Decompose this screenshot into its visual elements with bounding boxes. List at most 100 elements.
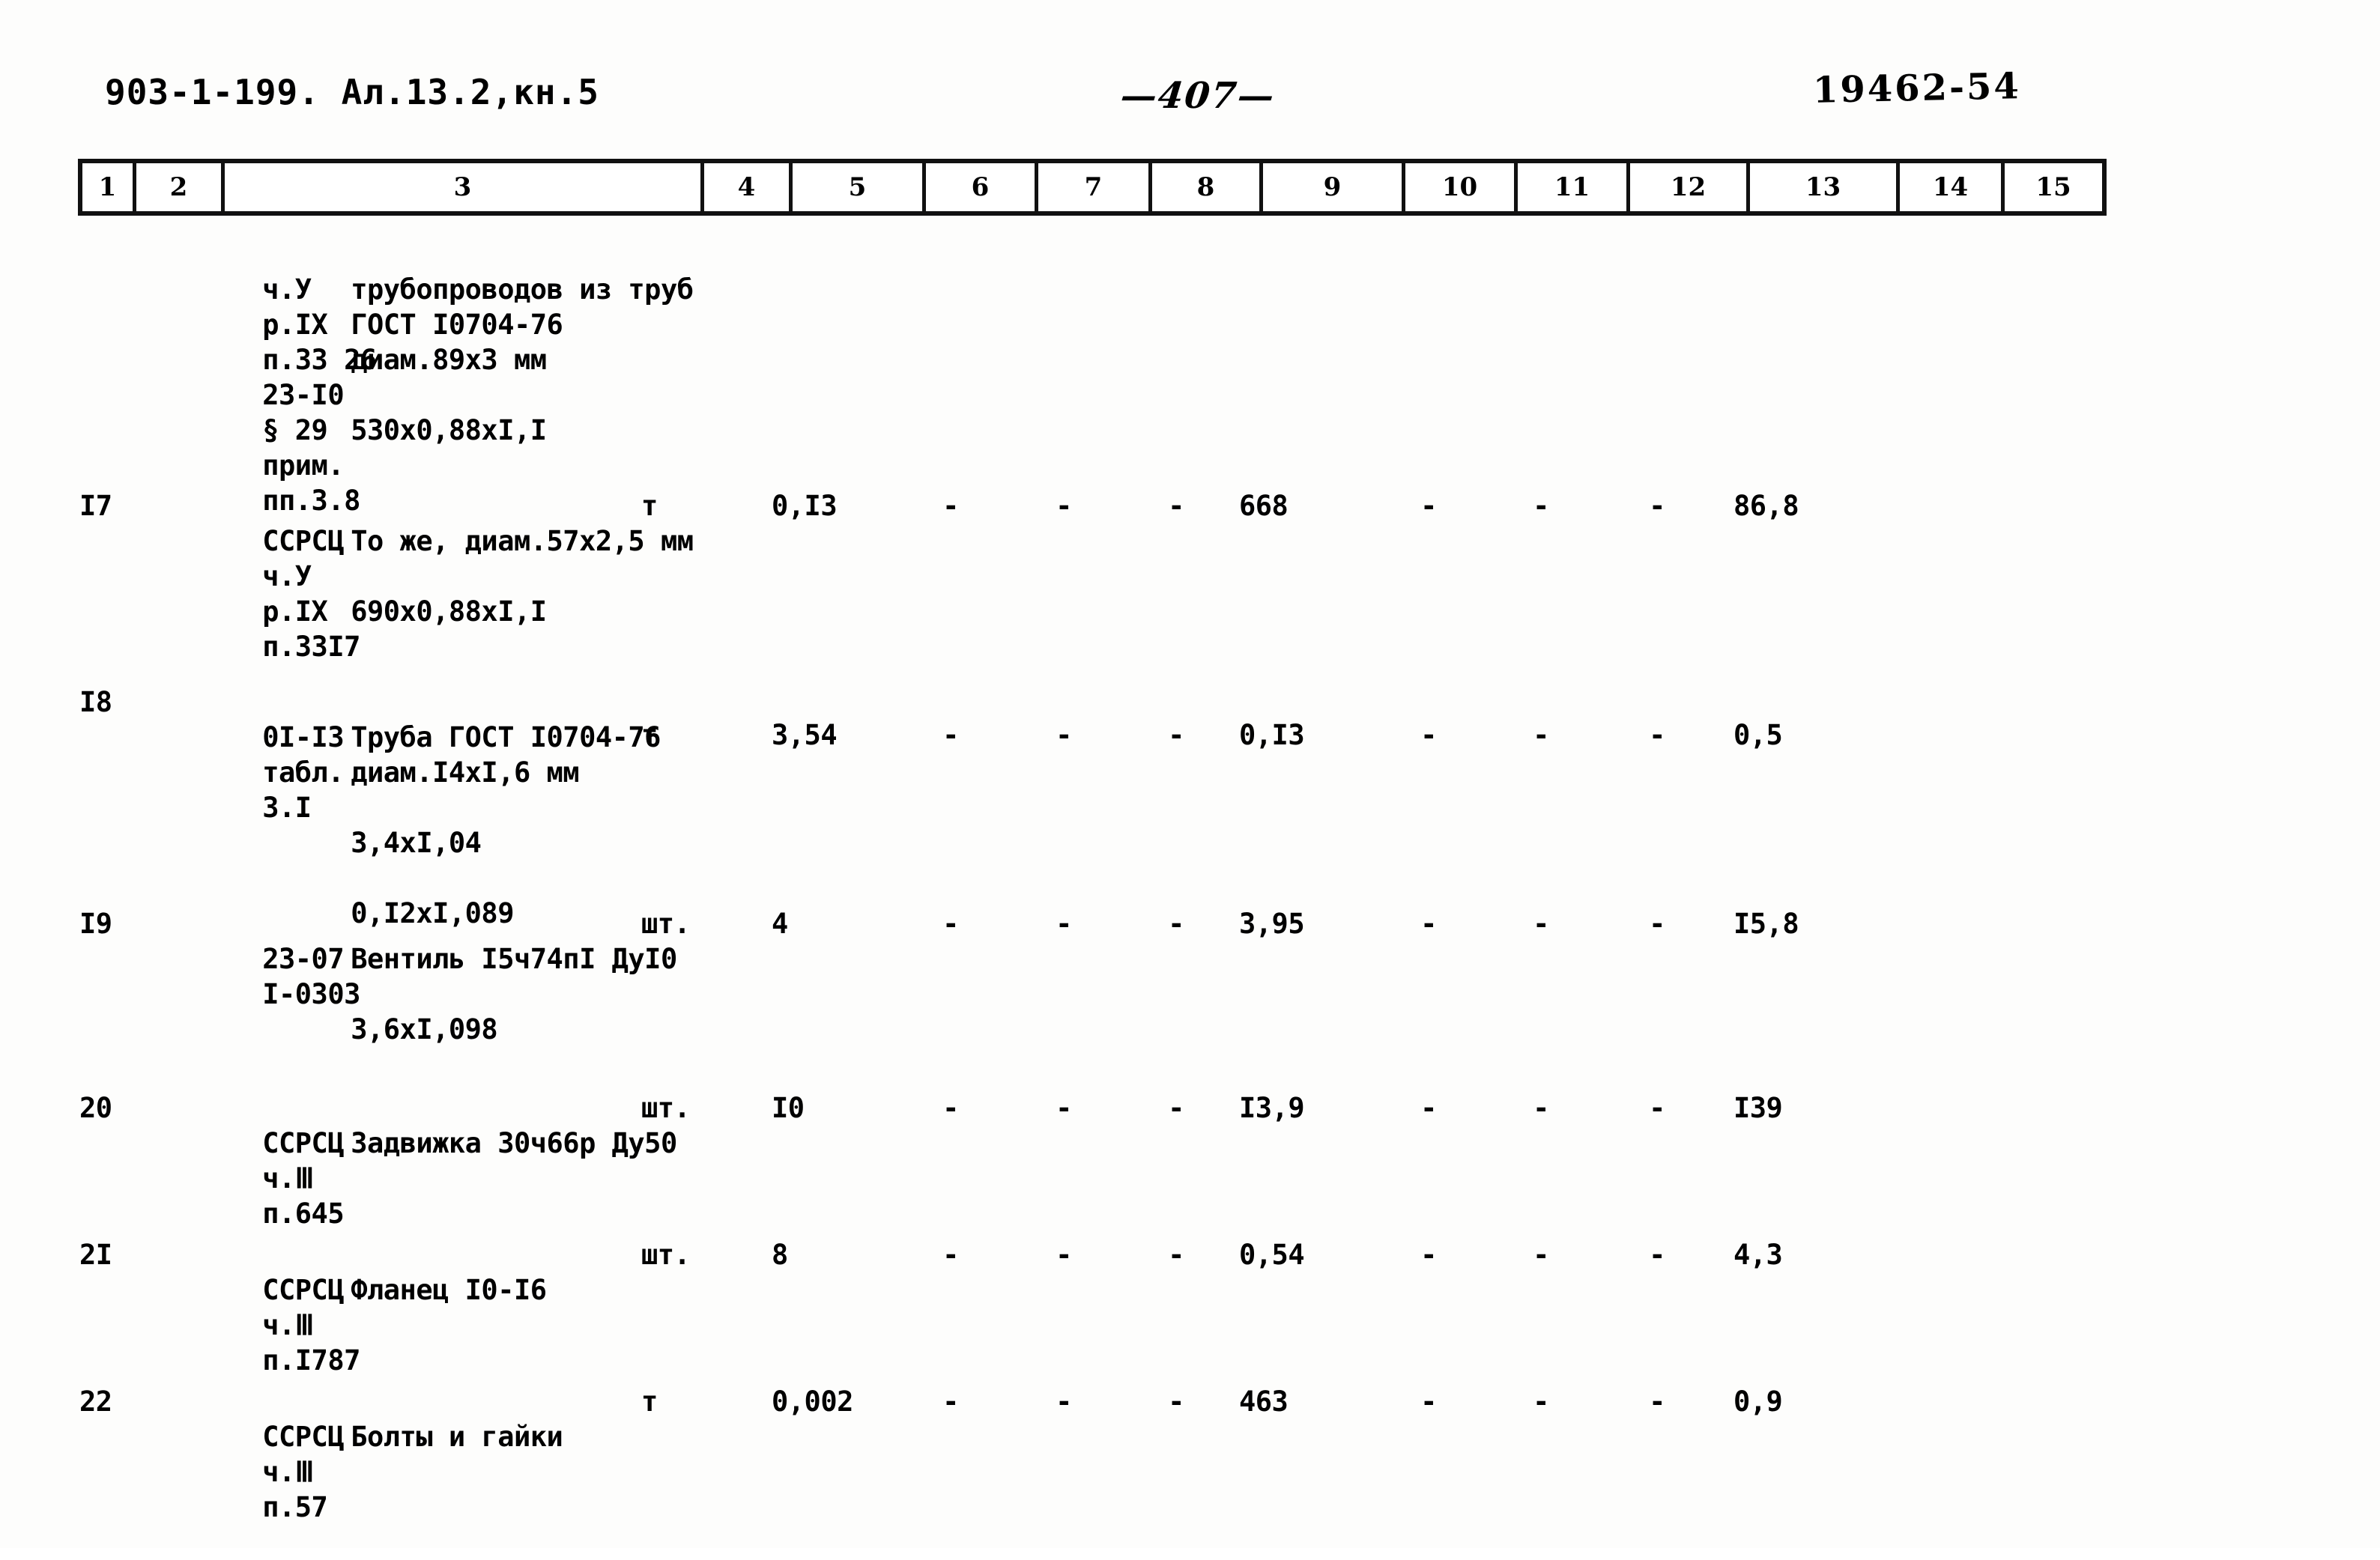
- column-header-3: 3: [225, 163, 704, 211]
- row-col-7: -: [1056, 908, 1072, 940]
- column-header-11: 11: [1518, 163, 1630, 211]
- row-number: I8: [79, 686, 112, 718]
- row-description: Задвижка 30ч66р Ду50: [220, 1090, 677, 1196]
- row-col-12: -: [1649, 1092, 1665, 1124]
- page-header: 903-1-199. Ал.13.2,кн.5 —407— 19462-54: [0, 65, 2380, 132]
- description-line: диам.I4хI,6 мм: [351, 756, 580, 789]
- row-unit: шт.: [641, 1239, 691, 1271]
- description-line: ГОСТ I0704-76: [351, 309, 563, 341]
- row-col-13: 0,9: [1733, 1386, 1783, 1418]
- row-col-5: I0: [772, 1092, 805, 1124]
- table-row: 20 ССРСЦ ч.Ⅲ п.645 Задвижка 30ч66р Ду50 …: [78, 1090, 2325, 1230]
- column-header-15: 15: [2035, 172, 2071, 202]
- row-col-11: -: [1533, 908, 1549, 940]
- justification-line: п.I787: [262, 1344, 360, 1377]
- description-line: То же, диам.57х2,5 мм: [351, 525, 694, 557]
- row-col-9: 668: [1239, 490, 1289, 522]
- row-col-5: 3,54: [772, 719, 838, 751]
- description-line: 3,4хI,04: [351, 827, 482, 859]
- row-spacer: [78, 1350, 2325, 1384]
- justification-line: п.645: [262, 1198, 345, 1230]
- row-col-13: 86,8: [1733, 490, 1799, 522]
- row-col-9: 463: [1239, 1386, 1289, 1418]
- row-col-12: -: [1649, 490, 1665, 522]
- row-unit: шт.: [641, 1092, 691, 1124]
- row-number: I9: [79, 908, 112, 940]
- table-row: I7 ССРСЦ ч.У р.IX п.33I7 То же, диам.57х…: [78, 488, 2325, 663]
- column-header-12: 12: [1630, 163, 1750, 211]
- row-col-5: 0,002: [772, 1386, 853, 1418]
- row-col-13: I39: [1733, 1092, 1783, 1124]
- column-header-14: 14: [1900, 163, 2005, 211]
- row-col-5: 8: [772, 1239, 788, 1271]
- column-header-10: 10: [1405, 163, 1518, 211]
- column-header-8: 8: [1152, 163, 1263, 211]
- row-col-11: -: [1533, 1386, 1549, 1418]
- description-line: Задвижка 30ч66р Ду50: [351, 1127, 677, 1159]
- row-col-11: -: [1533, 1092, 1549, 1124]
- description-line: Болты и гайки: [351, 1421, 563, 1453]
- estimate-table-body: ч.У р.IX п.33 26 23-I0 § 29 прим. пп.3.8…: [78, 237, 2325, 1523]
- description-line: Вентиль I5ч74пI ДуI0: [351, 943, 677, 975]
- row-justification: ССРСЦ ч.У р.IX п.33I7: [132, 488, 360, 699]
- row-description: То же, диам.57х2,5 мм 690х0,88хI,I: [220, 488, 694, 664]
- description-line: 3,6хI,098: [351, 1013, 498, 1045]
- row-col-7: -: [1056, 719, 1072, 751]
- row-col-7: -: [1056, 1386, 1072, 1418]
- description-line: 690х0,88хI,I: [351, 595, 547, 628]
- row-number: 20: [79, 1092, 112, 1124]
- table-row: ч.У р.IX п.33 26 23-I0 § 29 прим. пп.3.8…: [78, 237, 2325, 517]
- row-col-12: -: [1649, 1239, 1665, 1271]
- row-col-8: -: [1168, 1092, 1184, 1124]
- description-line: 530х0,88хI,I: [351, 414, 547, 446]
- row-col-7: -: [1056, 490, 1072, 522]
- row-col-7: -: [1056, 1239, 1072, 1271]
- row-col-6: -: [942, 908, 959, 940]
- column-header-2: 2: [136, 163, 225, 211]
- row-col-12: -: [1649, 1386, 1665, 1418]
- description-line: Труба ГОСТ I0704-76: [351, 721, 661, 753]
- column-header-6: 6: [926, 163, 1038, 211]
- row-description: Болты и гайки: [220, 1384, 625, 1490]
- page-number: —407—: [1118, 75, 1278, 117]
- description-line: трубопроводов из труб: [351, 273, 694, 306]
- row-col-10: -: [1420, 908, 1437, 940]
- archive-stamp-number: 19462-54: [1812, 65, 2022, 112]
- row-spacer: [78, 1203, 2325, 1237]
- row-col-9: I3,9: [1239, 1092, 1305, 1124]
- column-header-7: 7: [1038, 163, 1152, 211]
- table-row: 22 ССРСЦ ч.Ⅲ п.57 Болты и гайки т 0,002 …: [78, 1384, 2325, 1523]
- row-col-6: -: [942, 1239, 959, 1271]
- row-col-8: -: [1168, 490, 1184, 522]
- row-col-6: -: [942, 1092, 959, 1124]
- row-unit: шт.: [641, 908, 691, 940]
- row-col-10: -: [1420, 1386, 1437, 1418]
- row-col-9: 0,54: [1239, 1239, 1305, 1271]
- row-col-8: -: [1168, 1239, 1184, 1271]
- row-col-13: 0,5: [1733, 719, 1783, 751]
- row-justification: ССРСЦ ч.Ⅲ п.57: [132, 1384, 344, 1560]
- row-description: Вентиль I5ч74пI ДуI0 3,6хI,098: [220, 906, 677, 1082]
- column-number-header: 1 2 3 4 5 6 7 8 9 10 11 12 13 14 15: [78, 159, 2107, 216]
- row-col-12: -: [1649, 908, 1665, 940]
- row-col-9: 0,I3: [1239, 719, 1305, 751]
- row-description: трубопроводов из труб ГОСТ I0704-76 диам…: [220, 237, 694, 483]
- row-col-11: -: [1533, 1239, 1549, 1271]
- row-col-8: -: [1168, 1386, 1184, 1418]
- row-justification: 0I-I3 табл. 3.I: [132, 685, 344, 861]
- column-header-9: 9: [1263, 163, 1405, 211]
- row-col-8: -: [1168, 908, 1184, 940]
- row-col-11: -: [1533, 719, 1549, 751]
- column-header-4: 4: [704, 163, 793, 211]
- column-header-1: 1: [82, 163, 136, 211]
- row-col-7: -: [1056, 1092, 1072, 1124]
- row-col-13: I5,8: [1733, 908, 1799, 940]
- row-unit: т: [641, 719, 658, 751]
- row-col-10: -: [1420, 490, 1437, 522]
- row-col-5: 4: [772, 908, 788, 940]
- row-col-12: -: [1649, 719, 1665, 751]
- row-description: Фланец I0-I6: [220, 1237, 625, 1343]
- document-code: 903-1-199. Ал.13.2,кн.5: [105, 72, 599, 112]
- row-col-5: 0,I3: [772, 490, 838, 522]
- row-justification: 23-07 I-0303: [132, 906, 360, 1047]
